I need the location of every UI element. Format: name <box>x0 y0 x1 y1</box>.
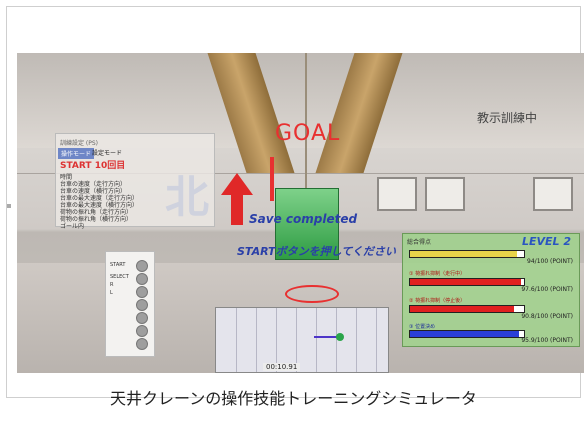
score-item-label: ② 荷振れ抑制（停止後） <box>409 298 466 304</box>
minimap-gridline <box>376 308 377 372</box>
training-info-panel: 訓練設定 (PS) 操作モード 設定モード START 10回目 時間 台車の速… <box>55 133 215 230</box>
start-prompt: STARTボタンを押してください <box>237 245 396 258</box>
panel-row: 台車の速度（横行方向） <box>60 188 127 195</box>
wall-window <box>377 177 417 211</box>
button-label: SELECT <box>110 274 129 280</box>
score-item-fill <box>410 279 522 285</box>
minimap-crane-position <box>336 333 344 341</box>
controller-button[interactable] <box>136 299 148 311</box>
panel-rows: 時間 台車の速度（走行方向） 台車の速度（横行方向） 台車の最大速度（走行方向）… <box>60 174 138 230</box>
figure-caption: 天井クレーンの操作技能トレーニングシミュレータ <box>110 389 477 408</box>
total-score-value: 94/100 (POINT) <box>527 258 573 265</box>
score-item-bar <box>409 330 525 338</box>
minimap-trajectory <box>314 336 338 338</box>
tab-settings-mode[interactable]: 設定モード <box>92 148 122 157</box>
save-message: Save completed <box>249 212 358 226</box>
goal-label: GOAL <box>275 121 341 146</box>
panel-row: 台車の最大速度（走行方向） <box>60 195 139 202</box>
controller-button[interactable] <box>136 260 148 272</box>
score-item-label: ① 荷振れ抑制（走行中） <box>409 271 466 277</box>
score-panel: 総合得点 LEVEL 2 94/100 (POINT) ① 荷振れ抑制（走行中）… <box>402 233 580 347</box>
start-label: START <box>60 161 92 171</box>
panel-row: 台車の速度（走行方向） <box>60 181 127 188</box>
wall-window <box>533 177 573 211</box>
panel-row: 荷物の振れ角（走行方向） <box>60 209 133 216</box>
start-counter: START 10回目 <box>60 158 125 171</box>
goal-target-ring <box>285 285 339 303</box>
score-header: 総合得点 <box>407 239 432 246</box>
total-score-fill <box>410 251 518 257</box>
controller-button[interactable] <box>136 312 148 324</box>
score-item-label: ③ 位置決め <box>409 324 436 330</box>
controller-button[interactable] <box>136 325 148 337</box>
figure-frame: GOAL 教示訓練中 北 Save completed STARTボタンを押して… <box>6 6 584 398</box>
minimap-gridline <box>236 308 237 372</box>
panel-row: 時間 <box>60 174 73 181</box>
button-label: L <box>110 290 113 296</box>
button-label: R <box>110 282 114 288</box>
panel-row: 台車の最大速度（横行方向） <box>60 202 139 209</box>
controller-button-pad: START SELECT R L <box>105 251 155 357</box>
score-item-value: 90.8/100 (POINT) <box>521 313 573 320</box>
score-item-fill <box>410 331 520 337</box>
panel-row: 荷物の振れ角（横行方向） <box>60 216 133 223</box>
minimap-gridline <box>316 308 317 372</box>
button-label: START <box>110 262 126 268</box>
wall-window <box>425 177 465 211</box>
score-item-value: 95.9/100 (POINT) <box>521 337 573 344</box>
score-item-bar <box>409 305 525 313</box>
controller-button[interactable] <box>136 338 148 350</box>
level-badge: LEVEL 2 <box>521 235 571 248</box>
training-status: 教示訓練中 <box>477 111 538 125</box>
minimap-gridline <box>356 308 357 372</box>
controller-button[interactable] <box>136 286 148 298</box>
score-item-value: 97.6/100 (POINT) <box>521 286 573 293</box>
start-count: 10回目 <box>94 161 126 171</box>
elapsed-timer: 00:10.91 <box>263 363 301 371</box>
controller-button[interactable] <box>136 273 148 285</box>
minimap-gridline <box>256 308 257 372</box>
panel-row: ゴール内 <box>60 223 85 230</box>
panel-header: 訓練設定 (PS) <box>60 140 99 147</box>
score-item-bar <box>409 278 525 286</box>
simulator-viewport[interactable]: GOAL 教示訓練中 北 Save completed STARTボタンを押して… <box>17 53 584 373</box>
goal-marker-post <box>270 157 274 201</box>
frame-edge-handle <box>7 204 11 208</box>
minimap <box>215 307 389 373</box>
total-score-bar <box>409 250 525 258</box>
score-item-fill <box>410 306 514 312</box>
